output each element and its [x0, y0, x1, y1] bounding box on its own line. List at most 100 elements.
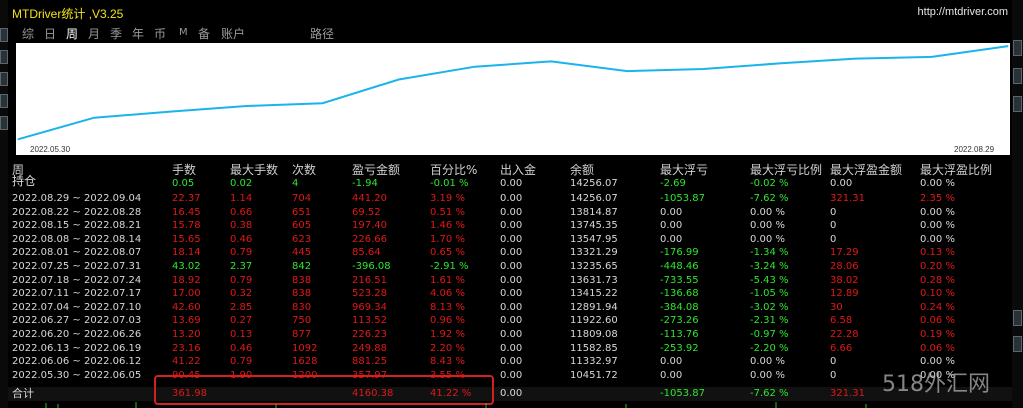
row-pnl: 216.51 [352, 274, 387, 286]
tab-month[interactable]: 月 [88, 25, 100, 42]
tab-note[interactable]: 备 [198, 25, 210, 42]
table-row: 2022.07.18 ~ 2022.07.24 18.92 0.79 838 216.5… [8, 274, 1012, 287]
tab-account[interactable]: 账户 [221, 25, 245, 42]
row-max-lots: 0.27 [230, 315, 253, 327]
row-pct: 4.06 % [430, 288, 465, 300]
row-max-float-profit-pct: 0.20 % [920, 261, 955, 272]
row-lots: 15.65 [172, 233, 201, 245]
row-pct: 1.61 % [430, 274, 465, 286]
row-max-float-loss: -136.68 [660, 288, 699, 300]
row-max-lots: 0.79 [230, 356, 253, 368]
row-max-float-loss: 0.00 [660, 220, 683, 232]
row-max-float-loss-pct: -2.31 % [750, 315, 789, 327]
row-balance: 13631.73 [570, 274, 618, 286]
holding-pnl: -1.94 [352, 178, 378, 189]
row-balance: 13321.29 [570, 247, 618, 259]
row-pnl: 197.40 [352, 220, 387, 232]
tab-quarter[interactable]: 季 [110, 25, 122, 42]
right-side-button[interactable] [1013, 96, 1022, 112]
left-toolbar-button[interactable] [0, 72, 8, 86]
row-balance: 14256.07 [570, 193, 618, 204]
row-max-float-profit: 22.28 [830, 329, 859, 340]
row-max-float-profit-pct: 0.06 % [920, 315, 955, 327]
row-period: 2022.07.04 ~ 2022.07.10 [12, 301, 142, 313]
left-toolbar-button[interactable] [0, 94, 8, 108]
row-period: 2022.08.22 ~ 2022.08.28 [12, 206, 142, 218]
right-side-button[interactable] [1013, 40, 1022, 56]
total-max-float-loss-pct: -7.62 % [750, 388, 789, 399]
row-count: 838 [292, 274, 312, 286]
row-max-float-profit-pct: 0.28 % [920, 274, 955, 286]
row-count: 1092 [292, 342, 318, 354]
row-max-float-profit: 12.89 [830, 288, 859, 300]
table-row: 2022.06.06 ~ 2022.06.12 41.22 0.79 1628 881.… [8, 355, 1012, 368]
row-max-float-loss: -384.08 [660, 301, 699, 313]
row-max-float-profit-pct: 0.00 % [920, 233, 955, 245]
row-max-lots: 0.13 [230, 329, 253, 340]
row-period: 2022.07.25 ~ 2022.07.31 [12, 261, 142, 272]
row-max-float-loss-pct: 0.00 % [750, 369, 785, 381]
row-max-float-loss: 0.00 [660, 356, 683, 368]
right-side-button[interactable] [1013, 336, 1022, 352]
tab-summary[interactable]: 综 [22, 25, 34, 42]
table-row: 2022.08.22 ~ 2022.08.28 16.45 0.66 651 69.52… [8, 206, 1012, 219]
equity-point [93, 117, 95, 119]
row-pnl: 969.34 [352, 301, 387, 313]
equity-point [322, 102, 324, 104]
row-lots: 43.02 [172, 261, 201, 272]
tab-week[interactable]: 周 [66, 25, 78, 42]
row-pct: 3.19 % [430, 193, 465, 204]
equity-point [169, 111, 171, 113]
tab-currency[interactable]: 币 [154, 25, 166, 42]
row-max-float-loss: -176.99 [660, 247, 699, 259]
holding-lots: 0.05 [172, 178, 195, 189]
row-max-float-loss-pct: 0.00 % [750, 220, 785, 232]
total-inout: 0.00 [500, 388, 523, 399]
row-pct: 0.96 % [430, 315, 465, 327]
tab-path[interactable]: 路径 [310, 25, 334, 42]
row-max-lots: 0.79 [230, 274, 253, 286]
left-toolbar-button[interactable] [0, 28, 8, 42]
equity-point [17, 138, 19, 140]
row-inout: 0.00 [500, 220, 523, 232]
row-max-float-profit: 0 [830, 356, 837, 368]
tab-day[interactable]: 日 [44, 25, 56, 42]
row-balance: 13235.65 [570, 261, 618, 272]
equity-point [1007, 45, 1009, 47]
right-side-button[interactable] [1013, 310, 1022, 326]
equity-point [702, 68, 704, 70]
left-toolbar-button[interactable] [0, 50, 8, 64]
row-max-lots: 2.37 [230, 261, 253, 272]
tab-m[interactable]: M [179, 27, 188, 38]
row-count: 877 [292, 329, 312, 340]
row-max-lots: 0.46 [230, 233, 253, 245]
row-max-float-profit-pct: 0.00 % [920, 220, 955, 232]
row-pct: 1.92 % [430, 329, 465, 340]
row-pnl: 249.88 [352, 342, 387, 354]
row-max-lots: 0.46 [230, 342, 253, 354]
equity-point [398, 78, 400, 80]
row-max-float-profit-pct: 2.35 % [920, 193, 955, 204]
row-count: 830 [292, 301, 312, 313]
row-balance: 13547.95 [570, 233, 618, 245]
site-url-link[interactable]: http://mtdriver.com [918, 6, 1008, 18]
tab-year[interactable]: 年 [132, 25, 144, 42]
row-period: 2022.06.27 ~ 2022.07.03 [12, 315, 142, 327]
table-row: 2022.06.27 ~ 2022.07.03 13.69 0.27 750 113.5… [8, 314, 1012, 327]
left-toolbar-button[interactable] [0, 116, 8, 130]
row-period: 2022.06.06 ~ 2022.06.12 [12, 356, 142, 368]
right-side-button[interactable] [1013, 68, 1022, 84]
row-period: 2022.08.15 ~ 2022.08.21 [12, 220, 142, 232]
row-inout: 0.00 [500, 288, 523, 300]
equity-point [931, 56, 933, 58]
row-max-float-loss-pct: -0.97 % [750, 329, 789, 340]
row-max-float-profit-pct: 0.19 % [920, 329, 955, 340]
row-period: 2022.05.30 ~ 2022.06.05 [12, 369, 142, 381]
table-row: 2022.07.11 ~ 2022.07.17 17.00 0.32 838 523.2… [8, 287, 1012, 300]
row-pnl: 881.25 [352, 356, 387, 368]
row-max-float-profit: 38.02 [830, 274, 859, 286]
row-pct: 8.13 % [430, 301, 465, 313]
row-max-float-loss-pct: 0.00 % [750, 233, 785, 245]
row-max-float-loss-pct: 0.00 % [750, 206, 785, 218]
row-lots: 17.00 [172, 288, 201, 300]
